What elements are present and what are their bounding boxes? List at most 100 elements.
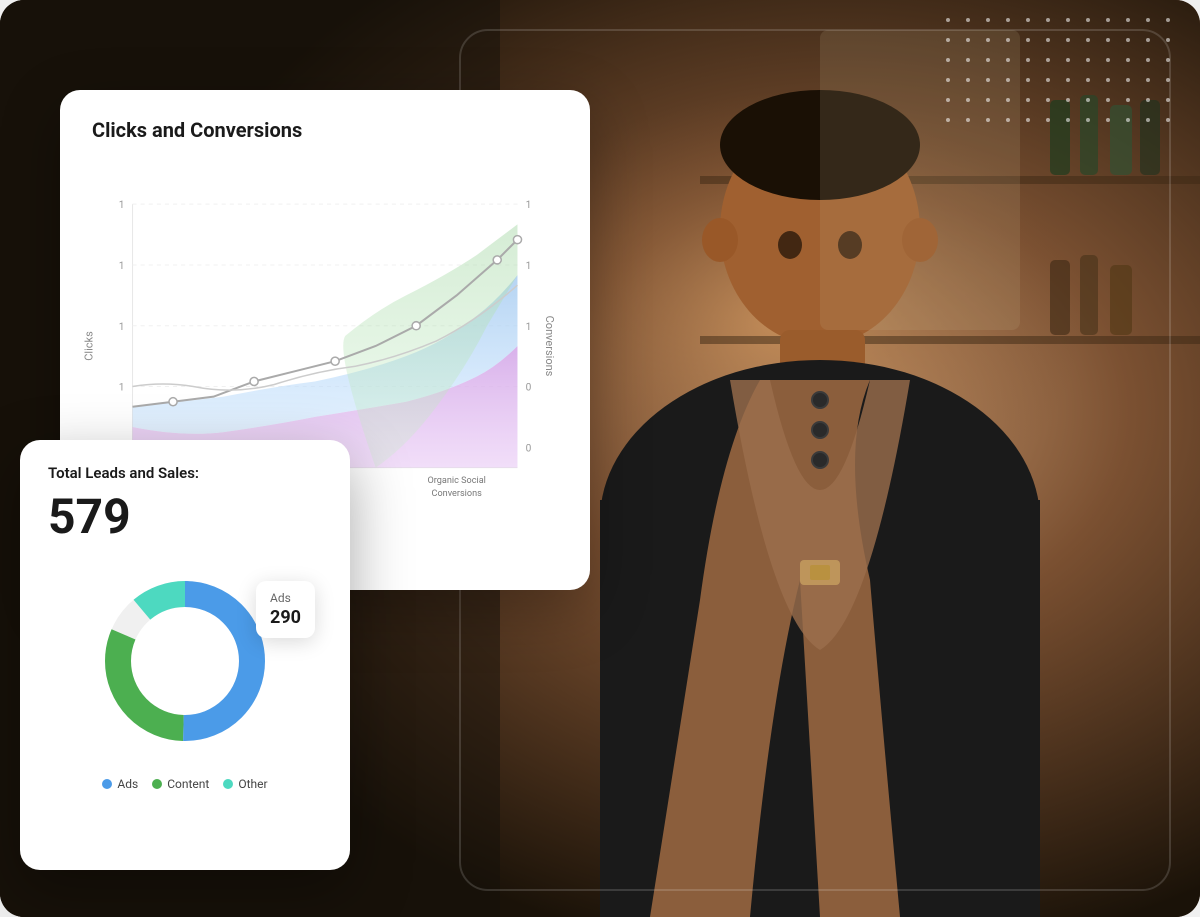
dot [1166, 78, 1170, 82]
leads-card: Total Leads and Sales: 579 [20, 440, 350, 870]
dot [1126, 78, 1130, 82]
dot [966, 78, 970, 82]
dot [1006, 78, 1010, 82]
dot [1026, 38, 1030, 42]
dot [986, 18, 990, 22]
leads-total: 579 [48, 488, 322, 545]
svg-text:1: 1 [119, 200, 125, 211]
dot [1166, 118, 1170, 122]
svg-text:1: 1 [526, 261, 532, 272]
chart-legend: Ads Content Other [48, 777, 322, 791]
dot [1126, 118, 1130, 122]
dot [1066, 18, 1070, 22]
dot [1086, 98, 1090, 102]
dot [1146, 38, 1150, 42]
legend-other-dot [223, 779, 233, 789]
dot [986, 58, 990, 62]
dot [1046, 18, 1050, 22]
dot [966, 118, 970, 122]
dot [1006, 58, 1010, 62]
dot [946, 38, 950, 42]
dot [1106, 38, 1110, 42]
dot [1086, 58, 1090, 62]
dot [1126, 58, 1130, 62]
dot [1166, 58, 1170, 62]
dot [1086, 38, 1090, 42]
dot [986, 118, 990, 122]
y-label-left: Clicks [82, 331, 95, 361]
svg-text:Organic Social: Organic Social [428, 476, 486, 486]
tooltip-value: 290 [270, 607, 301, 628]
legend-ads-label: Ads [117, 777, 138, 791]
dot [1046, 58, 1050, 62]
dot [1106, 58, 1110, 62]
legend-other: Other [223, 777, 267, 791]
dot [1066, 98, 1070, 102]
svg-text:Conversions: Conversions [432, 489, 483, 499]
dot [1146, 98, 1150, 102]
svg-text:1: 1 [119, 322, 125, 333]
dot [1006, 118, 1010, 122]
dot [1106, 78, 1110, 82]
legend-ads: Ads [102, 777, 138, 791]
svg-text:1: 1 [526, 322, 532, 333]
dot [1046, 38, 1050, 42]
dot [1146, 78, 1150, 82]
dot [1006, 98, 1010, 102]
dot [1026, 18, 1030, 22]
dot [1086, 118, 1090, 122]
legend-other-label: Other [238, 777, 267, 791]
dot [1026, 98, 1030, 102]
dot [966, 18, 970, 22]
dot [1066, 78, 1070, 82]
dot [946, 118, 950, 122]
dot [1046, 98, 1050, 102]
dot [966, 98, 970, 102]
dot [1106, 118, 1110, 122]
dot [1066, 38, 1070, 42]
clicks-card-title: Clicks and Conversions [92, 118, 558, 142]
dot [1166, 18, 1170, 22]
dot [986, 78, 990, 82]
dot [946, 98, 950, 102]
legend-ads-dot [102, 779, 112, 789]
dot [1006, 38, 1010, 42]
donut-tooltip: Ads 290 [256, 581, 315, 638]
svg-text:0: 0 [526, 443, 532, 454]
dot [986, 98, 990, 102]
dot [1126, 38, 1130, 42]
tooltip-label: Ads [270, 591, 301, 605]
dot [1006, 18, 1010, 22]
dot [1166, 98, 1170, 102]
dot [1026, 78, 1030, 82]
dot [1126, 18, 1130, 22]
dot [1106, 18, 1110, 22]
dot [946, 78, 950, 82]
donut-chart-svg [85, 561, 285, 761]
dot [986, 38, 990, 42]
dot [1026, 58, 1030, 62]
dot [1066, 118, 1070, 122]
dot [1146, 18, 1150, 22]
legend-content: Content [152, 777, 209, 791]
dot [1046, 78, 1050, 82]
y-label-right: Conversions [543, 316, 556, 377]
dot [1106, 98, 1110, 102]
leads-card-title: Total Leads and Sales: [48, 464, 322, 482]
dot [946, 58, 950, 62]
svg-text:1: 1 [119, 383, 125, 394]
dot [1146, 118, 1150, 122]
svg-text:0: 0 [526, 383, 532, 394]
donut-chart-wrapper: Ads 290 [85, 561, 285, 761]
dot [1086, 18, 1090, 22]
dot [1086, 78, 1090, 82]
dot [1026, 118, 1030, 122]
legend-content-label: Content [167, 777, 209, 791]
dot [1066, 58, 1070, 62]
dot [1046, 118, 1050, 122]
dot [966, 58, 970, 62]
legend-content-dot [152, 779, 162, 789]
dot [1166, 38, 1170, 42]
dot [966, 38, 970, 42]
dots-grid [946, 18, 1182, 134]
